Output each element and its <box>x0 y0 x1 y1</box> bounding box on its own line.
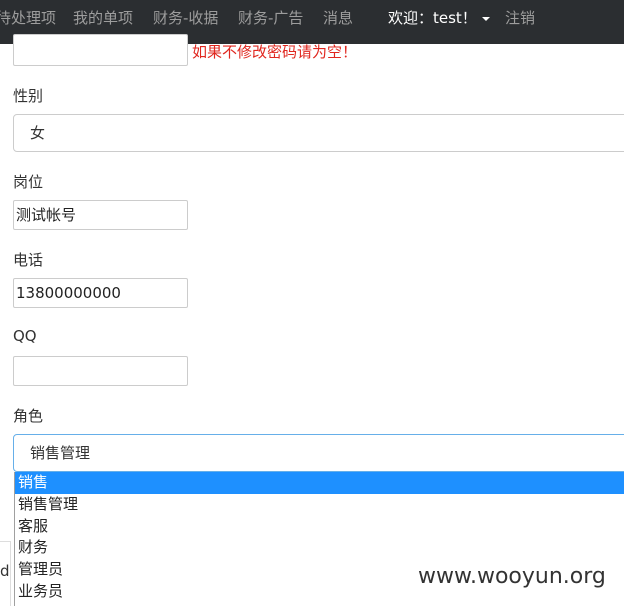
qq-label: QQ <box>13 327 37 345</box>
position-field[interactable]: 测试帐号 <box>13 200 188 230</box>
welcome-text: 欢迎：test！ <box>388 9 477 27</box>
caret-down-icon <box>481 16 490 21</box>
user-menu-toggle[interactable]: 欢迎：test！ <box>388 0 490 36</box>
password-hint: 如果不修改密码请为空！ <box>192 43 358 61</box>
password-field[interactable] <box>13 34 188 66</box>
phone-label: 电话 <box>13 251 44 269</box>
role-select[interactable]: 销售管理 <box>13 434 624 472</box>
partial-left-text: d <box>0 562 10 580</box>
qq-field[interactable] <box>13 356 188 386</box>
role-option-sales[interactable]: 销售 <box>15 472 624 494</box>
user-edit-form: 如果不修改密码请为空！ 性别 女 岗位 测试帐号 电话 13800000000 … <box>0 34 624 606</box>
role-label: 角色 <box>13 407 44 425</box>
nav-my-items[interactable]: 我的单项 <box>73 0 133 36</box>
phone-field[interactable]: 13800000000 <box>13 278 188 308</box>
position-label: 岗位 <box>13 173 44 191</box>
gender-label: 性别 <box>13 87 44 105</box>
role-option-customer-service[interactable]: 客服 <box>15 516 624 538</box>
nav-pending-items[interactable]: 待处理项 <box>0 0 56 36</box>
nav-finance-receipts[interactable]: 财务-收据 <box>153 0 218 36</box>
role-option-finance[interactable]: 财务 <box>15 537 624 559</box>
logout-link[interactable]: 注销 <box>505 0 535 36</box>
role-option-sales-manager[interactable]: 销售管理 <box>15 494 624 516</box>
watermark-text: www.wooyun.org <box>418 564 606 589</box>
nav-finance-ads[interactable]: 财务-广告 <box>238 0 303 36</box>
gender-select[interactable]: 女 <box>13 114 624 152</box>
nav-messages[interactable]: 消息 <box>323 0 353 36</box>
